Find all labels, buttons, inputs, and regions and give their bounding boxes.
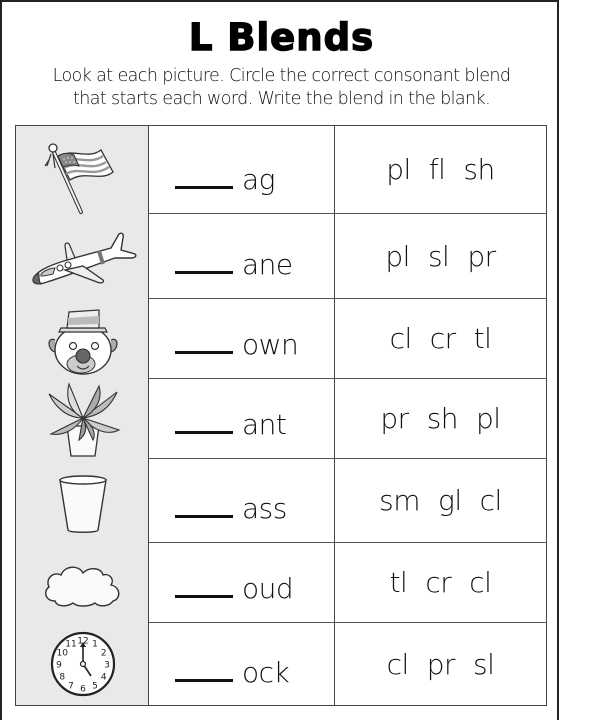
clock-number: 4	[100, 673, 106, 683]
clown-icon	[47, 309, 118, 375]
word-cell: ane	[149, 214, 335, 298]
choices-cell: pl sl pr	[335, 214, 546, 298]
clock-number: 3	[104, 661, 110, 671]
clock-number: 10	[56, 649, 68, 659]
word-cell: ass	[149, 459, 335, 542]
plant-icon	[48, 382, 120, 457]
blend-choice[interactable]: pr	[418, 648, 464, 681]
blend-choice[interactable]: pr	[371, 402, 417, 435]
clock-number: 8	[59, 673, 65, 683]
table-row: own cl cr tl	[149, 298, 546, 378]
worksheet-title: L Blends	[188, 15, 375, 59]
blend-choice[interactable]: tl	[381, 566, 417, 599]
word-ending: ane	[242, 248, 293, 281]
blend-choice[interactable]: gl	[429, 484, 471, 517]
choices-cell: cl cr tl	[335, 299, 546, 378]
answer-blank[interactable]	[175, 351, 233, 354]
table-row: oud tl cr cl	[149, 542, 546, 622]
clock-number: 9	[56, 661, 62, 671]
word-ending: ag	[242, 163, 275, 196]
table-row: ass sm gl cl	[149, 458, 546, 542]
blend-choice[interactable]: sl	[419, 240, 458, 273]
clock-number: 11	[65, 640, 76, 650]
picture-cell	[16, 134, 149, 218]
picture-cell: 12 1 2 3 4 5 6 7 8 9 10 11	[16, 622, 149, 706]
word-ending: ass	[242, 492, 287, 525]
blend-choice[interactable]: sh	[454, 153, 503, 186]
clock-number: 5	[92, 681, 98, 691]
clock-icon: 12 1234567891011	[50, 631, 115, 697]
glass-icon	[58, 474, 107, 533]
blend-choice[interactable]: cr	[416, 566, 460, 599]
choices-cell: cl pr sl	[335, 623, 546, 706]
clock-number: 6	[80, 685, 86, 695]
clock-number: 1	[92, 640, 98, 650]
word-ending: own	[242, 328, 299, 361]
word-cell: oud	[149, 543, 335, 622]
choices-cell: tl cr cl	[335, 543, 546, 622]
table-row: ane pl sl pr	[149, 213, 546, 298]
blend-choice[interactable]: fl	[420, 153, 455, 186]
answer-blank[interactable]	[175, 186, 233, 189]
answer-blank[interactable]	[175, 271, 233, 274]
blend-choice[interactable]: sm	[370, 484, 429, 517]
instructions: Look at each picture. Circle the correct…	[2, 65, 561, 111]
picture-cell	[16, 461, 149, 546]
clock-number: 2	[100, 649, 106, 659]
blend-choice[interactable]: cl	[460, 566, 500, 599]
blend-choice[interactable]: cr	[421, 322, 465, 355]
picture-cell	[16, 218, 149, 302]
instructions-line-2: that starts each word. Write the blend i…	[72, 89, 491, 109]
flag-icon	[44, 143, 114, 214]
picture-cell	[16, 544, 149, 626]
instructions-line-1: Look at each picture. Circle the correct…	[52, 66, 511, 86]
blend-choice[interactable]: sh	[418, 402, 467, 435]
choices-cell: pr sh pl	[335, 379, 546, 458]
answer-blank[interactable]	[175, 679, 233, 682]
answer-blank[interactable]	[175, 595, 233, 598]
blend-choice[interactable]: tl	[465, 322, 501, 355]
word-cell: ag	[149, 126, 335, 213]
word-ending: oud	[242, 572, 294, 605]
blend-choice[interactable]: cl	[378, 648, 418, 681]
word-cell: own	[149, 299, 335, 378]
answer-blank[interactable]	[175, 431, 233, 434]
word-cell: ock	[149, 623, 335, 706]
cloud-icon	[44, 566, 119, 607]
airplane-icon	[31, 232, 136, 285]
table-row: ag pl fl sh	[149, 126, 546, 213]
word-ending: ant	[242, 408, 287, 441]
choices-cell: sm gl cl	[335, 459, 546, 542]
table-row: ant pr sh pl	[149, 378, 546, 458]
blend-choice[interactable]: cl	[471, 484, 511, 517]
picture-cell	[16, 379, 149, 461]
blends-table: 12 1 2 3 4 5 6 7 8 9 10 11 ag pl fl sh ane pl sl pr own cl cr…	[15, 125, 547, 706]
word-ending: ock	[242, 656, 290, 689]
choices-cell: pl fl sh	[335, 126, 546, 213]
blend-choice[interactable]: sl	[464, 648, 503, 681]
answer-blank[interactable]	[175, 515, 233, 518]
blend-choice[interactable]: pl	[467, 402, 510, 435]
blend-choice[interactable]: pr	[458, 240, 504, 273]
blend-choice[interactable]: pl	[377, 153, 420, 186]
blend-choice[interactable]: cl	[381, 322, 421, 355]
blend-choice[interactable]: pl	[376, 240, 419, 273]
picture-cell	[16, 301, 149, 383]
picture-column: 12 1 2 3 4 5 6 7 8 9 10 11	[16, 126, 149, 705]
table-row: ock cl pr sl	[149, 622, 546, 706]
word-cell: ant	[149, 379, 335, 458]
clock-number: 7	[68, 681, 74, 691]
